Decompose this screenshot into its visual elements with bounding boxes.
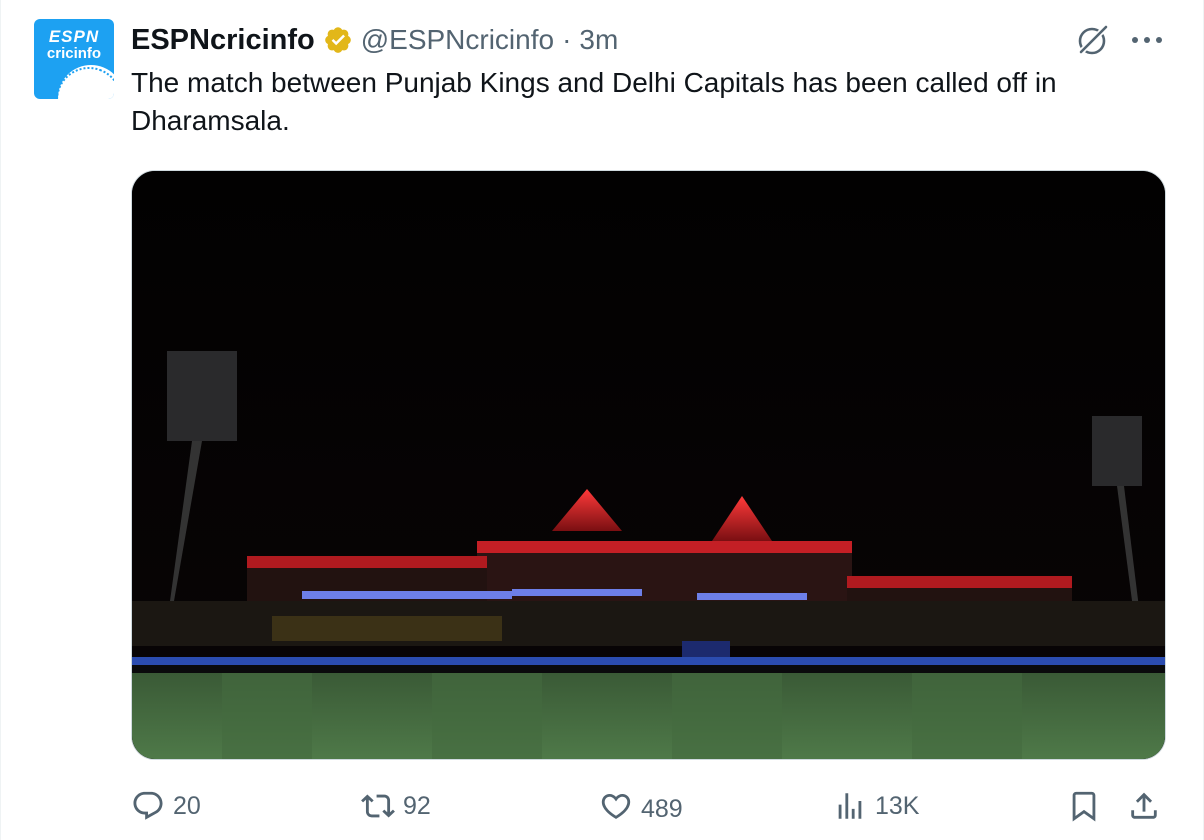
tweet-card[interactable]: ESPN cricinfo ESPNcricinfo @ESPNcricinfo… bbox=[0, 0, 1204, 840]
heart-icon bbox=[601, 793, 631, 819]
tweet-header: ESPNcricinfo @ESPNcricinfo · 3m bbox=[131, 20, 618, 60]
tweet-image[interactable] bbox=[131, 170, 1166, 760]
like-button[interactable]: 489 bbox=[599, 782, 683, 830]
views-count: 13K bbox=[875, 791, 920, 820]
tweet-actions: 20 92 489 13K bbox=[131, 782, 1166, 832]
avatar-logo-cricinfo: cricinfo bbox=[46, 45, 102, 62]
retweet-icon bbox=[361, 794, 395, 818]
stadium-photo bbox=[132, 171, 1165, 759]
avatar[interactable]: ESPN cricinfo bbox=[34, 19, 114, 99]
views-icon bbox=[838, 793, 862, 819]
retweet-button[interactable]: 92 bbox=[361, 782, 431, 830]
more-options-icon[interactable] bbox=[1129, 30, 1165, 50]
share-button[interactable] bbox=[1127, 782, 1161, 830]
ball-seam bbox=[46, 57, 114, 99]
share-icon bbox=[1131, 792, 1157, 819]
retweet-count: 92 bbox=[403, 791, 431, 820]
bookmark-icon bbox=[1072, 791, 1096, 822]
timestamp[interactable]: 3m bbox=[579, 24, 618, 56]
bookmark-button[interactable] bbox=[1067, 782, 1101, 830]
reply-icon bbox=[133, 791, 163, 820]
tweet-text: The match between Punjab Kings and Delhi… bbox=[131, 67, 1057, 136]
avatar-logo-espn: ESPN bbox=[48, 27, 100, 46]
reply-button[interactable]: 20 bbox=[131, 782, 201, 830]
grok-icon[interactable] bbox=[1073, 22, 1111, 60]
separator-dot: · bbox=[562, 24, 572, 55]
reply-count: 20 bbox=[173, 791, 201, 820]
user-handle[interactable]: @ESPNcricinfo bbox=[361, 24, 554, 56]
verified-badge-icon bbox=[324, 27, 351, 53]
views-button[interactable]: 13K bbox=[833, 782, 919, 830]
display-name[interactable]: ESPNcricinfo bbox=[131, 24, 315, 57]
like-count: 489 bbox=[641, 794, 683, 823]
